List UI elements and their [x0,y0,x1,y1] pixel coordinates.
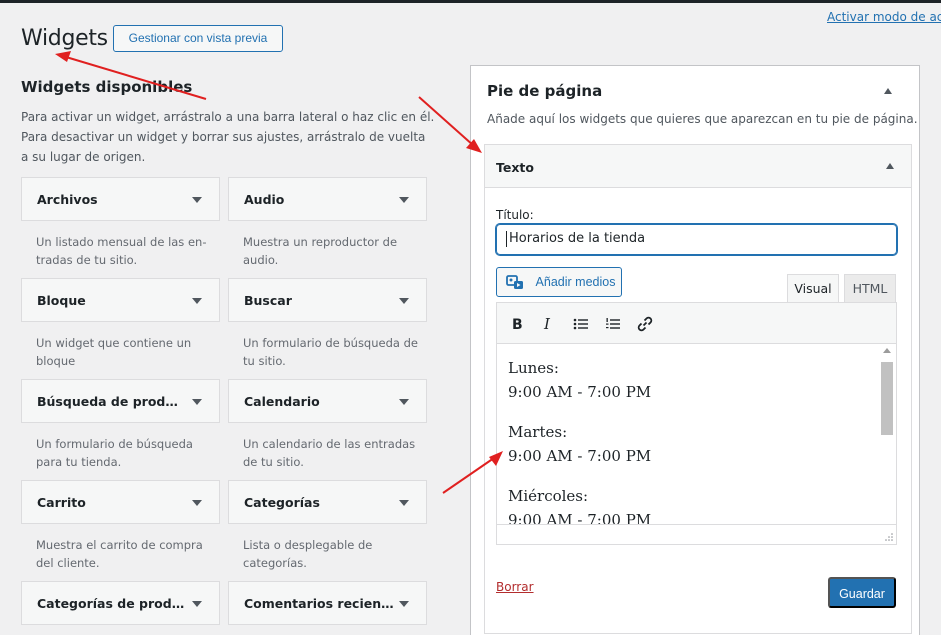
widget-name: Buscar [244,293,292,308]
text-cursor [506,231,507,247]
resize-handle-icon[interactable] [885,533,893,541]
widget-name: Categorías de prod… [37,596,185,611]
scroll-thumb[interactable] [881,362,893,435]
chevron-down-icon[interactable] [399,500,409,506]
widget-description: Lista o desplegable de categorías. [243,538,373,570]
widget-description: Muestra el carrito de compra del cliente… [36,538,203,570]
tab-visual[interactable]: Visual [787,274,839,304]
editor-statusbar [497,524,896,544]
widget-description: Un calendario de las entradas de tu siti… [243,437,416,469]
add-media-button[interactable]: Añadir medios [496,267,622,297]
widget-categorias[interactable]: Categorías [228,480,427,524]
widget-description: Un formulario de búsqueda de tu sitio. [243,336,418,368]
title-field-label: Título: [496,208,534,222]
widget-description: Un widget que contiene un bloque [36,336,192,368]
widget-bloque[interactable]: Bloque [21,278,220,322]
widget-name: Categorías [244,495,320,510]
editor-line: 9:00 AM - 7:00 PM [508,447,652,465]
widget-name: Archivos [37,192,98,207]
title-input-value: Horarios de la tienda [509,231,646,246]
scroll-up-icon[interactable] [883,348,891,353]
title-input[interactable]: Horarios de la tienda [496,224,897,255]
text-widget-title: Texto [496,160,534,175]
footer-sidebar-panel: Pie de página Añade aquí los widgets que… [470,65,920,635]
editor-line: 9:00 AM - 7:00 PM [508,383,652,401]
chevron-down-icon[interactable] [399,197,409,203]
manage-with-preview-button[interactable]: Gestionar con vista previa [113,25,283,52]
widget-name: Búsqueda de prod… [37,394,178,409]
widget-categorias-productos[interactable]: Categorías de prod… [21,581,220,625]
chevron-down-icon[interactable] [192,500,202,506]
widget-name: Bloque [37,293,86,308]
chevron-down-icon[interactable] [399,298,409,304]
chevron-down-icon[interactable] [192,197,202,203]
bullet-list-icon[interactable] [568,311,594,337]
text-widget: Texto Título: Horarios de la tienda Añad… [484,144,912,634]
numbered-list-icon[interactable] [600,311,626,337]
tab-html[interactable]: HTML [844,274,896,304]
media-icon [506,275,523,289]
annotation-arrowhead [55,51,71,62]
widget-description: Muestra un reproductor de audio. [243,235,398,267]
add-media-label: Añadir medios [535,275,616,289]
widget-comentarios-recientes[interactable]: Comentarios recien… [228,581,427,625]
widget-audio[interactable]: Audio [228,177,427,221]
widget-calendario[interactable]: Calendario [228,379,427,423]
chevron-down-icon[interactable] [399,399,409,405]
widget-name: Audio [244,192,285,207]
widget-carrito[interactable]: Carrito [21,480,220,524]
sidebar-description: Añade aquí los widgets que quieres que a… [487,112,918,126]
available-widgets-description: Para activar un widget, arrástralo a una… [21,110,435,164]
text-widget-header[interactable]: Texto [485,145,911,188]
widget-name: Comentarios recien… [244,596,394,611]
chevron-up-icon[interactable] [886,163,894,169]
widget-busqueda-productos[interactable]: Búsqueda de prod… [21,379,220,423]
page-title: Widgets [21,26,108,51]
chevron-up-icon[interactable] [884,88,892,94]
italic-icon[interactable]: I [535,311,561,337]
accessibility-mode-link[interactable]: Activar modo de acc [827,10,941,24]
editor-scrollbar[interactable] [880,348,894,540]
widget-description: Un listado mensual de las en­tradas de t… [36,235,207,267]
save-button[interactable]: Guardar [828,577,896,608]
bold-icon[interactable]: B [504,311,530,337]
admin-top-bar [0,0,941,3]
editor-line: Martes: [508,423,568,441]
chevron-down-icon[interactable] [192,601,202,607]
widget-name: Calendario [244,394,320,409]
available-widgets-title: Widgets disponibles [21,78,193,96]
editor-line: Lunes: [508,359,559,377]
chevron-down-icon[interactable] [399,601,409,607]
link-icon[interactable] [632,311,658,337]
sidebar-title: Pie de página [487,82,603,100]
delete-widget-link[interactable]: Borrar [496,580,534,594]
svg-text:I: I [543,317,551,331]
chevron-down-icon[interactable] [192,399,202,405]
widget-archivos[interactable]: Archivos [21,177,220,221]
editor-line: Miércoles: [508,487,589,505]
chevron-down-icon[interactable] [192,298,202,304]
widget-buscar[interactable]: Buscar [228,278,427,322]
editor-toolbar: B I [496,302,897,344]
widget-name: Carrito [37,495,86,510]
editor-content-area[interactable]: Lunes: 9:00 AM - 7:00 PM Martes: 9:00 AM… [496,344,897,545]
editor-text: Lunes: 9:00 AM - 7:00 PM Martes: 9:00 AM… [508,356,651,532]
widget-description: Un formulario de búsqueda para tu tienda… [36,437,193,469]
svg-text:B: B [512,317,523,331]
